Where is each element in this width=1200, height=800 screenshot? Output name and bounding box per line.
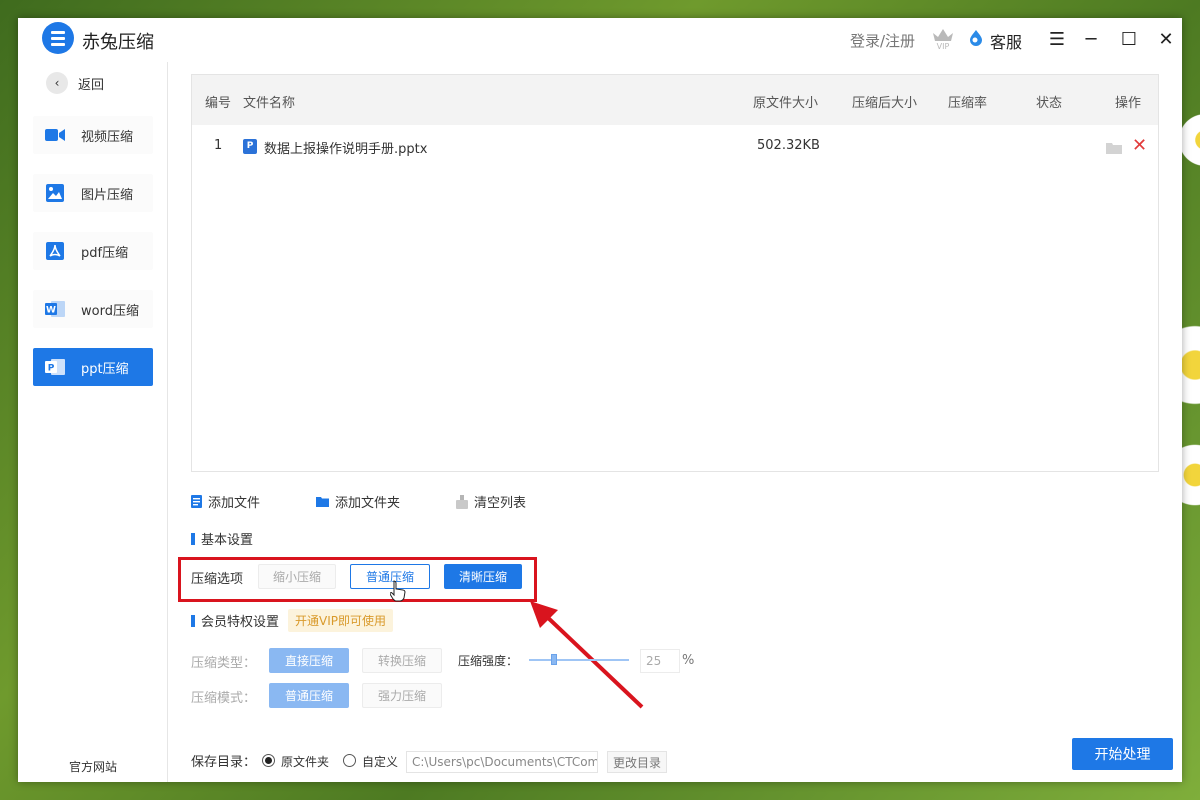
svg-text:VIP: VIP [937, 42, 950, 50]
column-header: 压缩率 [948, 96, 988, 111]
add-file-button[interactable]: 添加文件 [191, 492, 260, 511]
official-website-link[interactable]: 官方网站 [69, 758, 117, 775]
close-icon[interactable]: ✕ [1155, 28, 1177, 50]
strength-unit: % [682, 653, 695, 668]
sidebar-item-label: 图片压缩 [81, 187, 134, 203]
add-file-icon [191, 495, 202, 508]
app-window: 赤兔压缩 登录/注册 VIP 客服 ☰ ─ ☐ ✕ ‹ 返回 视频压缩 图片压缩… [18, 18, 1182, 782]
basic-settings-title: 基本设置 [191, 529, 253, 548]
app-title: 赤兔压缩 [82, 32, 154, 53]
video-icon [45, 125, 65, 145]
direct-compress-button[interactable]: 直接压缩 [269, 648, 349, 673]
minimize-icon[interactable]: ─ [1080, 28, 1102, 50]
original-folder-radio[interactable] [262, 754, 275, 767]
annotation-arrow [530, 601, 644, 709]
compress-strength-label: 压缩强度： [458, 654, 519, 668]
normal-mode-button[interactable]: 普通压缩 [269, 683, 349, 708]
customer-service-link[interactable]: 客服 [990, 29, 1022, 53]
menu-icon[interactable]: ☰ [1046, 28, 1068, 50]
change-dir-button[interactable]: 更改目录 [607, 751, 667, 773]
sidebar-item-word[interactable]: W word压缩 [33, 290, 153, 328]
row-index: 1 [214, 138, 223, 153]
original-size: 502.32KB [757, 138, 820, 153]
vip-crown-icon[interactable]: VIP [930, 24, 956, 50]
custom-folder-radio[interactable] [343, 754, 356, 767]
column-header: 状态 [1036, 96, 1063, 111]
sidebar-item-image[interactable]: 图片压缩 [33, 174, 153, 212]
word-icon: W [45, 299, 65, 319]
sidebar-item-label: word压缩 [81, 303, 139, 319]
table-row[interactable]: 1 P 数据上报操作说明手册.pptx 502.32KB ✕ [192, 125, 1158, 167]
save-path-input[interactable]: C:\Users\pc\Documents\CTCom [406, 751, 598, 773]
section-marker [191, 532, 195, 545]
chevron-left-icon: ‹ [46, 72, 68, 94]
customer-service-icon[interactable] [969, 30, 983, 46]
title-bar: 赤兔压缩 登录/注册 VIP 客服 ☰ ─ ☐ ✕ [18, 18, 1182, 62]
strength-value-input[interactable]: 25 [640, 649, 680, 673]
vip-tag[interactable]: 开通VIP即可使用 [288, 609, 394, 632]
back-label: 返回 [78, 77, 105, 93]
column-header: 操作 [1115, 96, 1142, 111]
column-header: 原文件大小 [753, 96, 819, 111]
start-process-button[interactable]: 开始处理 [1072, 738, 1173, 770]
compress-mode-label: 压缩模式： [191, 691, 257, 706]
column-header: 压缩后大小 [852, 96, 918, 111]
strength-slider-thumb[interactable] [551, 654, 557, 665]
sidebar-item-video[interactable]: 视频压缩 [33, 116, 153, 154]
open-folder-icon[interactable] [1106, 142, 1122, 154]
vip-settings-title: 会员特权设置 开通VIP即可使用 [191, 609, 394, 632]
column-header: 编号 [205, 96, 232, 111]
strong-mode-button[interactable]: 强力压缩 [362, 683, 442, 708]
section-title-text: 基本设置 [201, 533, 254, 548]
folder-icon [316, 497, 329, 507]
section-marker [191, 614, 195, 627]
pdf-icon [45, 241, 65, 261]
login-register-link[interactable]: 登录/注册 [850, 30, 915, 51]
maximize-icon[interactable]: ☐ [1118, 28, 1140, 50]
back-button[interactable]: ‹ 返回 [46, 72, 104, 94]
compress-type-label: 压缩类型： [191, 656, 257, 671]
image-icon [45, 183, 65, 203]
sidebar-item-pdf[interactable]: pdf压缩 [33, 232, 153, 270]
custom-folder-label: 自定义 [362, 755, 399, 769]
svg-text:W: W [46, 306, 56, 316]
pointer-cursor-icon [390, 580, 406, 602]
file-name: 数据上报操作说明手册.pptx [264, 142, 428, 157]
file-table: 编号 文件名称 原文件大小 压缩后大小 压缩率 状态 操作 1 P 数据上报操作… [191, 74, 1159, 472]
sidebar-item-label: pdf压缩 [81, 245, 129, 261]
annotation-highlight-box [178, 557, 537, 602]
add-folder-label: 添加文件夹 [335, 496, 401, 511]
delete-icon[interactable]: ✕ [1132, 135, 1147, 156]
convert-compress-button[interactable]: 转换压缩 [362, 648, 442, 673]
clear-list-button[interactable]: 清空列表 [456, 492, 526, 511]
strength-slider-track[interactable] [529, 659, 629, 661]
sidebar: ‹ 返回 视频压缩 图片压缩 pdf压缩 W word压缩 P ppt压缩 官方… [18, 62, 168, 782]
section-title-text: 会员特权设置 [201, 615, 280, 630]
clear-list-label: 清空列表 [474, 496, 527, 511]
column-header: 文件名称 [243, 96, 296, 111]
broom-icon [456, 494, 468, 509]
save-dir-label: 保存目录： [191, 755, 257, 770]
table-header: 编号 文件名称 原文件大小 压缩后大小 压缩率 状态 操作 [192, 75, 1158, 125]
app-logo-icon [42, 22, 74, 54]
sidebar-item-label: ppt压缩 [81, 361, 129, 377]
add-file-label: 添加文件 [208, 496, 261, 511]
pptx-file-icon: P [243, 139, 257, 154]
sidebar-item-ppt[interactable]: P ppt压缩 [33, 348, 153, 386]
ppt-icon: P [45, 357, 65, 377]
original-folder-label: 原文件夹 [281, 755, 330, 769]
sidebar-item-label: 视频压缩 [81, 129, 134, 145]
svg-text:P: P [48, 364, 55, 374]
add-folder-button[interactable]: 添加文件夹 [316, 492, 400, 511]
